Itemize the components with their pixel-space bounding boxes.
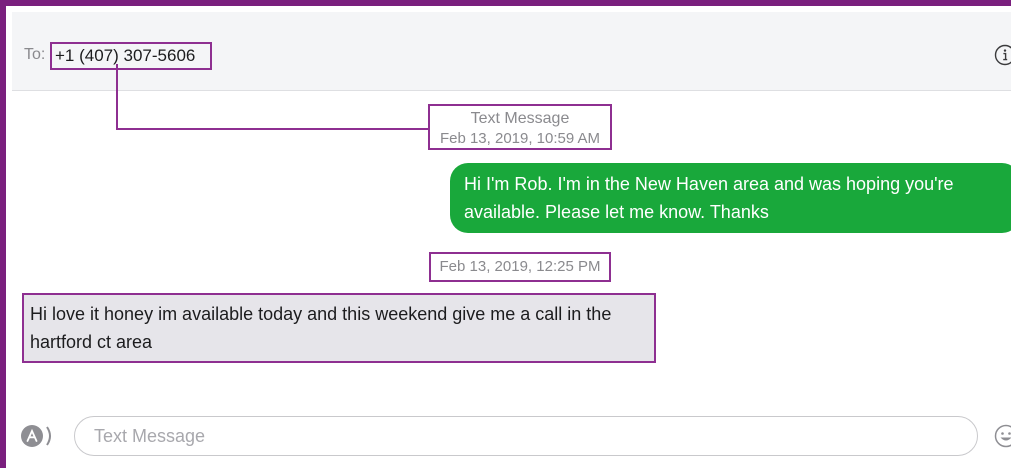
to-label: To: [24,46,45,64]
message-composer [12,402,1011,474]
timestamp: Feb 13, 2019, 10:59 AM [430,129,610,149]
timestamp: Feb 13, 2019, 12:25 PM [429,252,611,282]
outgoing-message-bubble[interactable]: Hi I'm Rob. I'm in the New Haven area an… [450,163,1011,233]
info-icon[interactable] [994,44,1011,66]
service-label: Text Message [430,109,610,129]
messages-window: To: +1 (407) 307-5606 Text Message Feb 1… [0,0,1011,468]
message-timestamp-header: Text Message Feb 13, 2019, 10:59 AM [428,104,612,150]
incoming-message-bubble[interactable]: Hi love it honey im available today and … [22,293,656,363]
message-input-field[interactable] [74,416,978,456]
message-input[interactable] [92,417,956,455]
app-store-icon[interactable] [20,424,54,448]
annotation-connector-line [116,64,428,130]
emoji-icon[interactable] [994,424,1011,448]
